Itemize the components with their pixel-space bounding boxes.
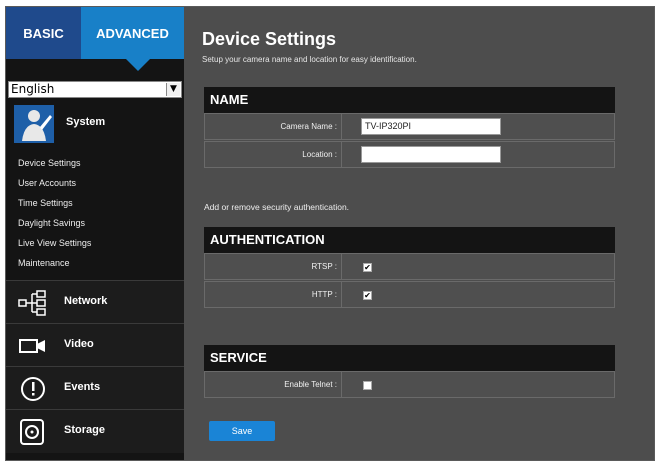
camera-name-row: Camera Name : TV-IP320PI: [204, 113, 615, 140]
system-submenu: Device Settings User Accounts Time Setti…: [6, 153, 184, 273]
chevron-down-icon[interactable]: ▼: [166, 83, 180, 96]
submenu-user-accounts[interactable]: User Accounts: [6, 173, 184, 193]
submenu-daylight-savings[interactable]: Daylight Savings: [6, 213, 184, 233]
language-selected: English: [11, 82, 55, 96]
auth-note: Add or remove security authentication.: [204, 202, 350, 212]
sidebar-item-network[interactable]: Network: [6, 280, 184, 324]
location-label: Location :: [302, 150, 337, 159]
app-window: BASIC ADVANCED English ▼ System Device S…: [5, 6, 655, 461]
row-divider: [341, 142, 342, 167]
rtsp-checkbox[interactable]: ✔: [363, 263, 372, 272]
tab-advanced[interactable]: ADVANCED: [81, 7, 184, 71]
sidebar-item-system[interactable]: System: [6, 103, 184, 145]
telnet-row: Enable Telnet :: [204, 371, 615, 398]
alert-icon: [21, 377, 45, 401]
camera-name-label: Camera Name :: [280, 122, 337, 131]
network-icon: [18, 290, 46, 316]
submenu-time-settings[interactable]: Time Settings: [6, 193, 184, 213]
mode-tabs: BASIC ADVANCED: [6, 7, 184, 75]
sidebar-item-storage[interactable]: Storage: [6, 409, 184, 453]
service-section-header: SERVICE: [204, 345, 615, 371]
rtsp-row: RTSP : ✔: [204, 253, 615, 280]
row-divider: [341, 254, 342, 279]
telnet-label: Enable Telnet :: [284, 380, 337, 389]
sidebar-item-events[interactable]: Events: [6, 366, 184, 410]
sidebar-item-network-label: Network: [64, 295, 108, 307]
tab-basic[interactable]: BASIC: [6, 7, 81, 59]
sidebar-item-video-label: Video: [64, 338, 94, 350]
location-row: Location :: [204, 141, 615, 168]
submenu-device-settings[interactable]: Device Settings: [6, 153, 184, 173]
page-title: Device Settings: [202, 29, 337, 49]
content-area: Device Settings Setup your camera name a…: [184, 7, 654, 460]
camera-name-input[interactable]: TV-IP320PI: [361, 118, 501, 135]
save-button[interactable]: Save: [209, 421, 275, 441]
submenu-maintenance[interactable]: Maintenance: [6, 253, 184, 273]
http-checkbox[interactable]: ✔: [363, 291, 372, 300]
sidebar-item-system-label: System: [66, 116, 106, 128]
telnet-checkbox[interactable]: [363, 381, 372, 390]
sidebar-item-video[interactable]: Video: [6, 323, 184, 367]
sidebar-item-storage-label: Storage: [64, 424, 105, 436]
row-divider: [341, 114, 342, 139]
storage-disk-icon: [20, 419, 44, 445]
auth-section-header: AUTHENTICATION: [204, 227, 615, 253]
submenu-live-view-settings[interactable]: Live View Settings: [6, 233, 184, 253]
http-row: HTTP : ✔: [204, 281, 615, 308]
language-select[interactable]: English ▼: [8, 81, 182, 98]
sidebar: BASIC ADVANCED English ▼ System Device S…: [6, 7, 184, 460]
system-admin-icon: [14, 105, 54, 143]
page-subtitle: Setup your camera name and location for …: [202, 55, 417, 64]
http-label: HTTP :: [311, 290, 337, 299]
name-section-header: NAME: [204, 87, 615, 113]
rtsp-label: RTSP :: [311, 262, 338, 271]
sidebar-item-events-label: Events: [64, 381, 101, 393]
row-divider: [341, 282, 342, 307]
video-camera-icon: [19, 339, 45, 353]
row-divider: [341, 372, 342, 397]
location-input[interactable]: [361, 146, 501, 163]
